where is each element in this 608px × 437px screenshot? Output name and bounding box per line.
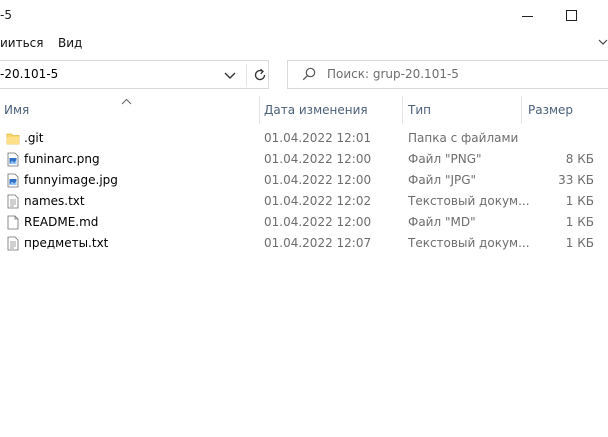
table-row[interactable]: names.txt 01.04.2022 12:02 Текстовый док… (0, 191, 600, 212)
image-file-icon (6, 152, 20, 167)
column-divider[interactable] (521, 96, 522, 124)
folder-icon (6, 131, 20, 146)
table-row[interactable]: funnyimage.jpg 01.04.2022 12:00 Файл "JP… (0, 170, 600, 191)
refresh-icon[interactable] (249, 64, 271, 86)
file-type: Файл "MD" (408, 215, 476, 229)
file-date: 01.04.2022 12:02 (264, 194, 372, 208)
ribbon-expand-icon[interactable] (598, 36, 608, 48)
file-name[interactable]: funinarc.png (24, 152, 100, 166)
file-size: 1 КБ (565, 194, 594, 208)
file-type: Текстовый докум... (408, 194, 530, 208)
search-placeholder[interactable]: Поиск: grup-20.101-5 (327, 67, 459, 81)
file-size: 33 КБ (558, 173, 594, 187)
file-type: Папка с файлами (408, 131, 519, 145)
column-divider[interactable] (402, 96, 403, 124)
file-date: 01.04.2022 12:00 (264, 152, 372, 166)
text-file-icon (6, 194, 20, 209)
column-header-type[interactable]: Тип (408, 103, 431, 117)
file-type: Текстовый докум... (408, 236, 530, 250)
sort-ascending-icon (121, 94, 132, 105)
column-header-name[interactable]: Имя (4, 103, 29, 117)
file-name[interactable]: README.md (24, 215, 98, 229)
table-row[interactable]: README.md 01.04.2022 12:00 Файл "MD" 1 К… (0, 212, 600, 233)
search-icon (302, 67, 316, 81)
file-date: 01.04.2022 12:01 (264, 131, 372, 145)
minimize-button[interactable] (510, 2, 544, 28)
file-name[interactable]: names.txt (24, 194, 85, 208)
address-divider (246, 64, 247, 86)
column-divider[interactable] (259, 96, 260, 124)
file-size: 1 КБ (565, 236, 594, 250)
column-header-date[interactable]: Дата изменения (264, 103, 368, 117)
file-icon (6, 215, 20, 230)
file-date: 01.04.2022 12:07 (264, 236, 372, 250)
table-row[interactable]: funinarc.png 01.04.2022 12:00 Файл "PNG"… (0, 149, 600, 170)
file-date: 01.04.2022 12:00 (264, 215, 372, 229)
file-type: Файл "PNG" (408, 152, 482, 166)
file-name[interactable]: funnyimage.jpg (24, 173, 118, 187)
chevron-down-icon[interactable] (220, 64, 240, 86)
file-size: 1 КБ (565, 215, 594, 229)
text-file-icon (6, 236, 20, 251)
file-size: 8 КБ (565, 152, 594, 166)
image-file-icon (6, 173, 20, 188)
column-header-size[interactable]: Размер (528, 103, 573, 117)
table-row[interactable]: предметы.txt 01.04.2022 12:07 Текстовый … (0, 233, 600, 254)
address-path[interactable]: -20.101-5 (0, 67, 58, 81)
tab-view[interactable]: Вид (58, 36, 82, 50)
window-title: -5 (0, 8, 12, 22)
tab-share[interactable]: ииться (0, 36, 43, 50)
file-date: 01.04.2022 12:00 (264, 173, 372, 187)
file-name[interactable]: .git (24, 131, 43, 145)
file-type: Файл "JPG" (408, 173, 477, 187)
maximize-button[interactable] (554, 2, 588, 28)
file-name[interactable]: предметы.txt (24, 236, 108, 250)
table-row[interactable]: .git 01.04.2022 12:01 Папка с файлами (0, 128, 600, 149)
